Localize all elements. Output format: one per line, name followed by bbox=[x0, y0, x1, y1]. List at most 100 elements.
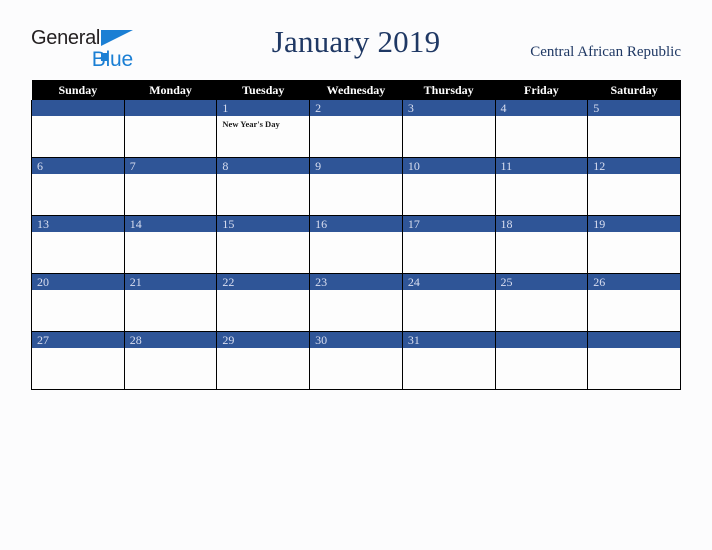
calendar-day-cell[interactable]: 9 bbox=[309, 157, 403, 216]
calendar-day-cell[interactable]: 1 New Year's Day bbox=[216, 100, 311, 158]
page-header: General Blue January 2019 Central Africa… bbox=[0, 0, 712, 80]
day-number: 28 bbox=[124, 332, 217, 348]
day-events bbox=[310, 116, 402, 119]
country-label: Central African Republic bbox=[530, 44, 681, 60]
calendar-day-cell[interactable]: 3 bbox=[401, 100, 496, 158]
calendar-day-cell[interactable]: 11 bbox=[494, 157, 589, 216]
calendar-day-cell[interactable]: 10 bbox=[401, 157, 496, 216]
day-number: 24 bbox=[402, 274, 495, 290]
day-number: 7 bbox=[124, 158, 217, 174]
holiday-label: New Year's Day bbox=[222, 119, 280, 129]
day-number: 26 bbox=[588, 274, 680, 290]
day-number: 2 bbox=[310, 100, 402, 116]
day-events bbox=[125, 116, 217, 119]
calendar-day-cell[interactable]: 22 bbox=[216, 273, 311, 332]
calendar-day-cell[interactable]: 31 bbox=[401, 331, 496, 390]
day-number: 12 bbox=[588, 158, 680, 174]
day-events bbox=[32, 174, 124, 177]
calendar-day-cell[interactable]: 19 bbox=[587, 215, 681, 274]
day-events bbox=[403, 232, 495, 235]
month-calendar-table: Sunday Monday Tuesday Wednesday Thursday… bbox=[31, 80, 681, 390]
weekday-header-thursday: Thursday bbox=[402, 80, 496, 100]
calendar-day-cell[interactable]: 15 bbox=[216, 215, 311, 274]
day-number: 30 bbox=[310, 332, 402, 348]
day-number: 27 bbox=[32, 332, 124, 348]
calendar-day-cell[interactable]: 18 bbox=[494, 215, 589, 274]
day-number: 18 bbox=[495, 216, 588, 232]
calendar-day-cell[interactable]: 5 bbox=[587, 100, 681, 158]
day-events bbox=[217, 348, 309, 351]
day-number: 6 bbox=[32, 158, 124, 174]
calendar-empty-cell[interactable] bbox=[31, 100, 125, 158]
calendar-empty-cell[interactable] bbox=[123, 100, 218, 158]
weekday-header-tuesday: Tuesday bbox=[216, 80, 310, 100]
day-events bbox=[496, 174, 588, 177]
day-events bbox=[496, 290, 588, 293]
day-events bbox=[588, 174, 680, 177]
calendar-day-cell[interactable]: 6 bbox=[31, 157, 125, 216]
calendar-day-cell[interactable]: 29 bbox=[216, 331, 311, 390]
day-number: 5 bbox=[588, 100, 680, 116]
calendar-body: 1 New Year's Day 2 3 4 5 6 7 8 9 10 11 12 13 14 15 16 17 1… bbox=[31, 100, 681, 390]
calendar-day-cell[interactable]: 20 bbox=[31, 273, 125, 332]
calendar-week-row: 1 New Year's Day 2 3 4 5 bbox=[31, 100, 681, 158]
day-events bbox=[32, 348, 124, 351]
calendar-day-cell[interactable]: 28 bbox=[123, 331, 218, 390]
day-number: 14 bbox=[124, 216, 217, 232]
day-number: 16 bbox=[310, 216, 402, 232]
calendar-day-cell[interactable]: 8 bbox=[216, 157, 311, 216]
calendar-empty-cell[interactable] bbox=[494, 331, 589, 390]
calendar-day-cell[interactable]: 25 bbox=[494, 273, 589, 332]
day-number: 8 bbox=[217, 158, 310, 174]
day-number: 9 bbox=[310, 158, 402, 174]
calendar-page: General Blue January 2019 Central Africa… bbox=[0, 0, 712, 550]
day-number: 22 bbox=[217, 274, 310, 290]
calendar-day-cell[interactable]: 24 bbox=[401, 273, 496, 332]
calendar-day-cell[interactable]: 14 bbox=[123, 215, 218, 274]
calendar-week-row: 13 14 15 16 17 18 19 bbox=[31, 215, 681, 274]
day-number: 4 bbox=[495, 100, 588, 116]
calendar-day-cell[interactable]: 27 bbox=[31, 331, 125, 390]
day-number: 20 bbox=[32, 274, 124, 290]
day-events bbox=[125, 290, 217, 293]
day-number: 29 bbox=[217, 332, 310, 348]
day-number: 15 bbox=[217, 216, 310, 232]
day-number: 10 bbox=[402, 158, 495, 174]
weekday-header-saturday: Saturday bbox=[587, 80, 681, 100]
day-events bbox=[496, 116, 588, 119]
day-number: 31 bbox=[402, 332, 495, 348]
weekday-header-monday: Monday bbox=[124, 80, 217, 100]
day-events bbox=[217, 174, 309, 177]
calendar-day-cell[interactable]: 23 bbox=[309, 273, 403, 332]
day-number: 1 bbox=[217, 100, 310, 116]
calendar-day-cell[interactable]: 21 bbox=[123, 273, 218, 332]
calendar-day-cell[interactable]: 7 bbox=[123, 157, 218, 216]
calendar-week-row: 20 21 22 23 24 25 26 bbox=[31, 273, 681, 332]
calendar-day-cell[interactable]: 30 bbox=[309, 331, 403, 390]
day-number bbox=[495, 332, 588, 348]
calendar-day-cell[interactable]: 12 bbox=[587, 157, 681, 216]
weekday-header-sunday: Sunday bbox=[31, 80, 125, 100]
day-number bbox=[588, 332, 680, 348]
calendar-day-cell[interactable]: 16 bbox=[309, 215, 403, 274]
day-events bbox=[310, 174, 402, 177]
calendar-day-cell[interactable]: 13 bbox=[31, 215, 125, 274]
calendar-empty-cell[interactable] bbox=[587, 331, 681, 390]
day-number: 17 bbox=[402, 216, 495, 232]
calendar-day-cell[interactable]: 17 bbox=[401, 215, 496, 274]
day-events bbox=[32, 290, 124, 293]
day-events bbox=[310, 348, 402, 351]
calendar-week-row: 6 7 8 9 10 11 12 bbox=[31, 157, 681, 216]
weekday-header-row: Sunday Monday Tuesday Wednesday Thursday… bbox=[31, 80, 681, 100]
day-events bbox=[125, 348, 217, 351]
calendar-day-cell[interactable]: 4 bbox=[494, 100, 589, 158]
calendar-day-cell[interactable]: 26 bbox=[587, 273, 681, 332]
day-events bbox=[588, 348, 680, 351]
day-events bbox=[32, 116, 124, 119]
day-events: New Year's Day bbox=[217, 116, 309, 130]
day-number: 11 bbox=[495, 158, 588, 174]
weekday-header-friday: Friday bbox=[495, 80, 588, 100]
calendar-day-cell[interactable]: 2 bbox=[309, 100, 403, 158]
day-number bbox=[124, 100, 217, 116]
day-events bbox=[403, 174, 495, 177]
